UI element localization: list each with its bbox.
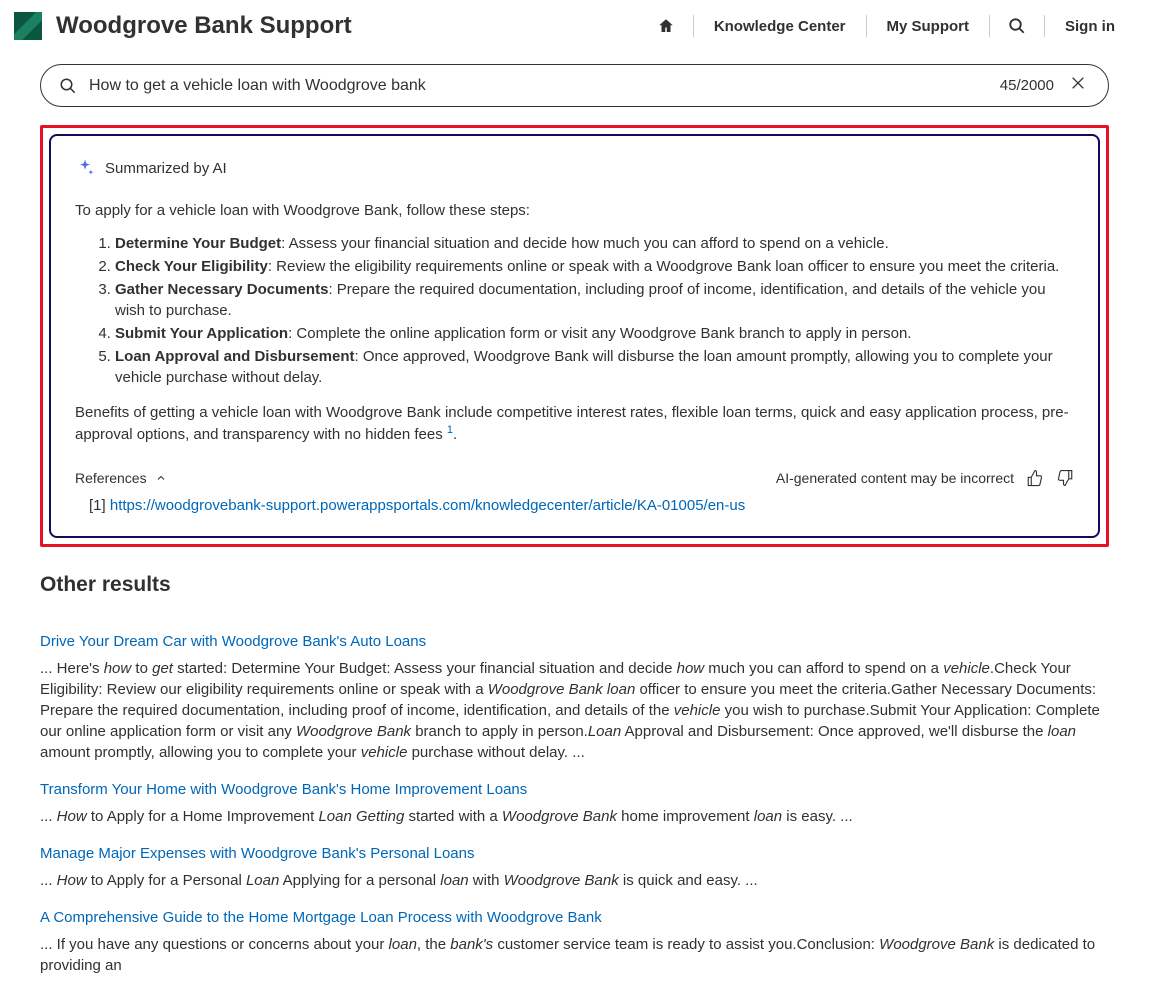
thumbs-down-button[interactable]: [1056, 469, 1074, 487]
references-toggle[interactable]: References: [75, 470, 167, 486]
references-row: References AI-generated content may be i…: [75, 469, 1074, 487]
ai-intro-text: To apply for a vehicle loan with Woodgro…: [75, 202, 1074, 219]
result-snippet: ... Here's how to get started: Determine…: [40, 658, 1109, 763]
ai-summary-label: Summarized by AI: [105, 160, 227, 177]
search-input[interactable]: [89, 77, 988, 95]
ai-warning-row: AI-generated content may be incorrect: [776, 469, 1074, 487]
search-result: Transform Your Home with Woodgrove Bank'…: [40, 781, 1109, 827]
chevron-up-icon: [155, 472, 167, 484]
ai-summary-highlight: Summarized by AI To apply for a vehicle …: [40, 125, 1109, 547]
main-content: 45/2000 Summarized by AI To apply for a …: [0, 52, 1149, 1006]
ai-step-bold: Loan Approval and Disbursement: [115, 348, 354, 365]
references-label: References: [75, 470, 147, 486]
ai-summary-header: Summarized by AI: [75, 158, 1074, 178]
sparkle-icon: [75, 158, 95, 178]
ai-step: Submit Your Application: Complete the on…: [115, 323, 1074, 344]
my-support-link[interactable]: My Support: [867, 15, 991, 37]
search-icon: [59, 77, 77, 95]
reference-number: [1]: [89, 497, 106, 514]
ai-steps-list: Determine Your Budget: Assess your finan…: [115, 233, 1074, 388]
ai-step-bold: Gather Necessary Documents: [115, 281, 328, 298]
ai-step-bold: Determine Your Budget: [115, 235, 281, 252]
site-logo[interactable]: [14, 12, 42, 40]
search-bar: 45/2000: [40, 64, 1109, 107]
ai-step: Check Your Eligibility: Review the eligi…: [115, 256, 1074, 277]
nav-search-button[interactable]: [990, 15, 1045, 37]
ai-summary-card: Summarized by AI To apply for a vehicle …: [49, 134, 1100, 538]
ai-step: Gather Necessary Documents: Prepare the …: [115, 279, 1074, 321]
thumbs-up-button[interactable]: [1026, 469, 1044, 487]
ai-outro-post: .: [453, 426, 457, 443]
result-title-link[interactable]: A Comprehensive Guide to the Home Mortga…: [40, 909, 602, 926]
search-result: Drive Your Dream Car with Woodgrove Bank…: [40, 633, 1109, 763]
site-title: Woodgrove Bank Support: [56, 12, 625, 40]
ai-step-rest: : Complete the online application form o…: [288, 325, 911, 342]
search-result: A Comprehensive Guide to the Home Mortga…: [40, 909, 1109, 976]
other-results-heading: Other results: [40, 573, 1109, 597]
ai-outro-text: Benefits of getting a vehicle loan with …: [75, 402, 1074, 445]
ai-step: Loan Approval and Disbursement: Once app…: [115, 346, 1074, 388]
ai-step-bold: Submit Your Application: [115, 325, 288, 342]
top-nav: Knowledge Center My Support Sign in: [639, 15, 1135, 37]
knowledge-center-link[interactable]: Knowledge Center: [694, 15, 867, 37]
clear-search-button[interactable]: [1066, 75, 1090, 96]
header: Woodgrove Bank Support Knowledge Center …: [0, 0, 1149, 52]
sign-in-link[interactable]: Sign in: [1045, 15, 1135, 37]
result-snippet: ... How to Apply for a Personal Loan App…: [40, 870, 1109, 891]
result-title-link[interactable]: Manage Major Expenses with Woodgrove Ban…: [40, 845, 475, 862]
reference-item: [1] https://woodgrovebank-support.powera…: [89, 497, 1074, 514]
search-icon: [1008, 17, 1026, 35]
ai-step-bold: Check Your Eligibility: [115, 258, 268, 275]
result-snippet: ... If you have any questions or concern…: [40, 934, 1109, 976]
results-list: Drive Your Dream Car with Woodgrove Bank…: [40, 633, 1109, 976]
ai-outro-pre: Benefits of getting a vehicle loan with …: [75, 404, 1069, 443]
close-icon: [1070, 75, 1086, 91]
ai-warning-text: AI-generated content may be incorrect: [776, 470, 1014, 486]
result-snippet: ... How to Apply for a Home Improvement …: [40, 806, 1109, 827]
result-title-link[interactable]: Drive Your Dream Car with Woodgrove Bank…: [40, 633, 426, 650]
ai-step-rest: : Assess your financial situation and de…: [281, 235, 889, 252]
ai-step: Determine Your Budget: Assess your finan…: [115, 233, 1074, 254]
home-icon: [657, 17, 675, 35]
result-title-link[interactable]: Transform Your Home with Woodgrove Bank'…: [40, 781, 527, 798]
ai-step-rest: : Review the eligibility requirements on…: [268, 258, 1060, 275]
reference-link[interactable]: https://woodgrovebank-support.powerappsp…: [110, 497, 745, 514]
search-result: Manage Major Expenses with Woodgrove Ban…: [40, 845, 1109, 891]
home-link[interactable]: [639, 15, 694, 37]
search-char-count: 45/2000: [1000, 77, 1054, 94]
